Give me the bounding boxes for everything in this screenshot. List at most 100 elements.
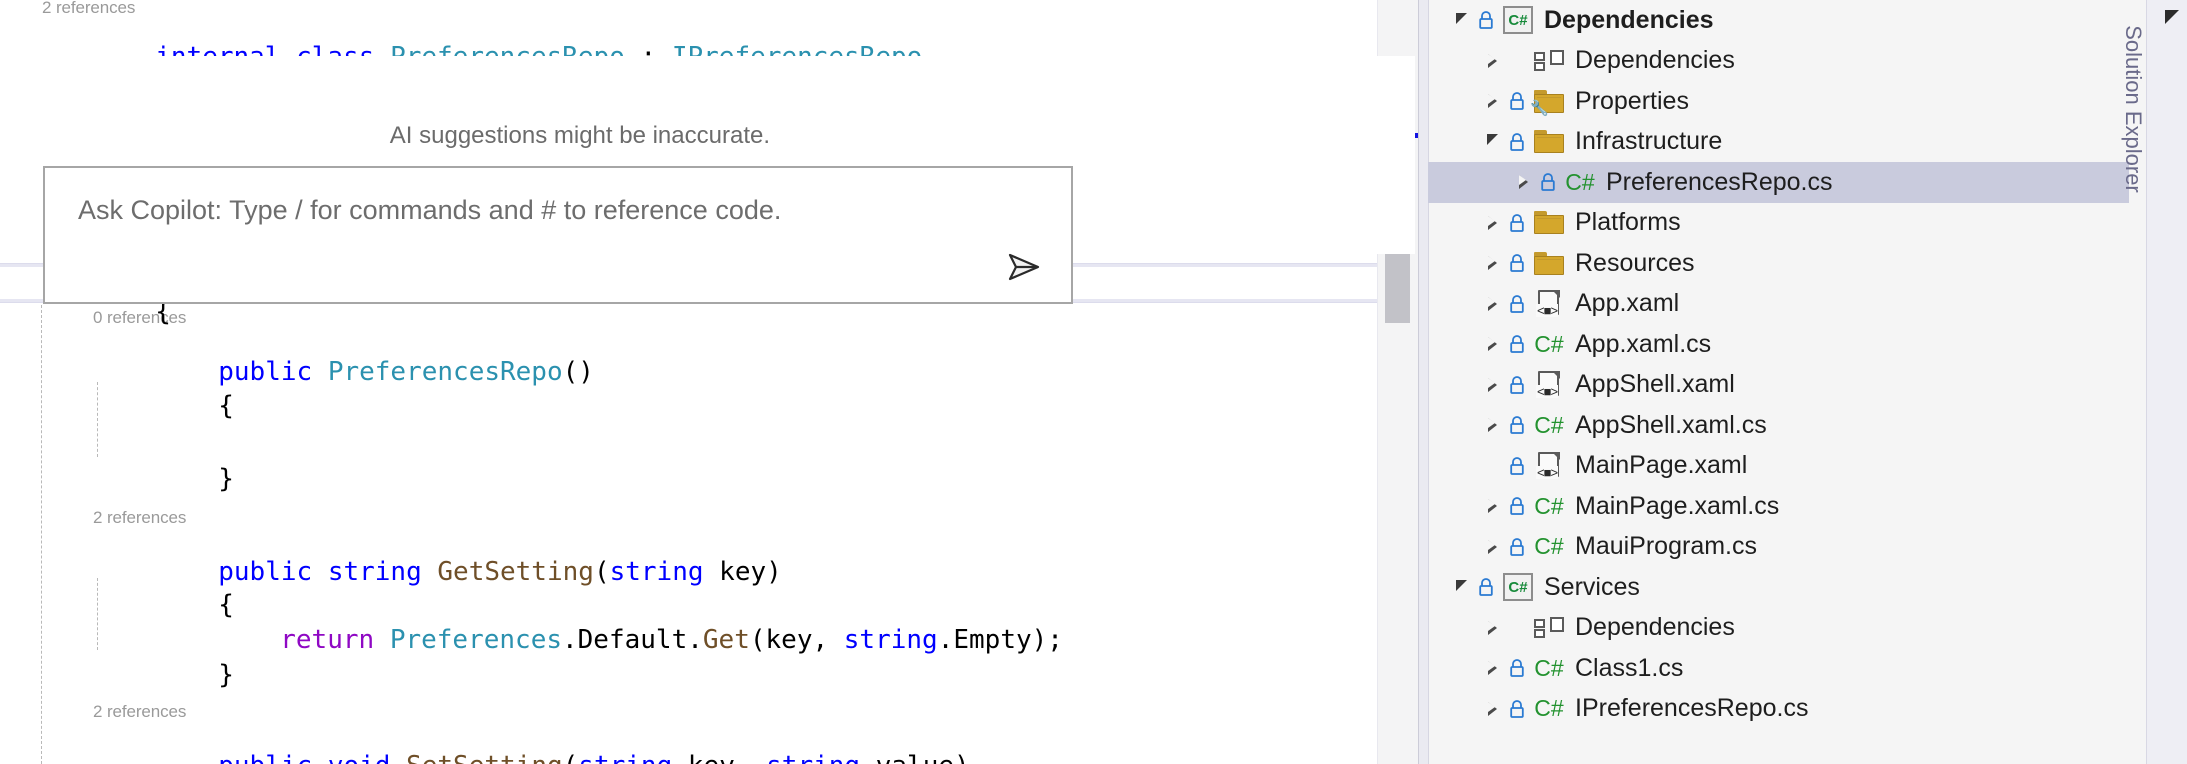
tree-item-services[interactable]: C# Services bbox=[1428, 567, 2129, 608]
keyword-string-param: string bbox=[609, 557, 704, 587]
tree-item-label: MainPage.xaml bbox=[1575, 451, 1748, 480]
keyword-public-set: public bbox=[218, 751, 312, 764]
tree-item-label: IPreferencesRepo.cs bbox=[1575, 694, 1809, 723]
ctor-name: PreferencesRepo bbox=[327, 357, 563, 387]
keyword-string-return: string bbox=[327, 557, 422, 587]
expander-collapse-icon[interactable] bbox=[1477, 134, 1507, 147]
tree-item-preferencesrepo-cs[interactable]: C# PreferencesRepo.cs bbox=[1428, 162, 2129, 203]
ctor-parens: () bbox=[562, 357, 594, 387]
tree-item-mauiprogram-cs[interactable]: C# MauiProgram.cs bbox=[1428, 527, 2129, 568]
keyword-string-empty: string bbox=[843, 625, 938, 655]
tree-item-app-xaml[interactable]: <■> App.xaml bbox=[1428, 284, 2129, 325]
tree-item-ipreferencesrepo-cs[interactable]: C# IPreferencesRepo.cs bbox=[1428, 689, 2129, 730]
expander-expand-icon[interactable] bbox=[1477, 499, 1507, 514]
expander-collapse-icon[interactable] bbox=[1446, 579, 1476, 593]
lock-icon bbox=[1507, 657, 1527, 679]
tool-window-dock-strip[interactable]: Solution Explorer bbox=[2121, 0, 2187, 764]
tree-item-mainpage-xaml-cs[interactable]: C# MainPage.xaml.cs bbox=[1428, 486, 2129, 527]
param-key-set: key, bbox=[688, 751, 766, 764]
copilot-prompt-placeholder[interactable]: Ask Copilot: Type / for commands and # t… bbox=[78, 195, 781, 226]
dependencies-icon bbox=[1534, 616, 1564, 639]
tree-item-label: Services bbox=[1544, 572, 1640, 601]
expander-expand-icon[interactable] bbox=[1477, 701, 1507, 716]
tree-item-label: MauiProgram.cs bbox=[1575, 532, 1757, 561]
solution-explorer-pane[interactable]: C# Dependencies Dependencies 🔧 Properties Inf… bbox=[1418, 0, 2187, 764]
tree-item-app-xaml-cs[interactable]: C# App.xaml.cs bbox=[1428, 324, 2129, 365]
visual-studio-window: 2 references internal class PreferencesR… bbox=[0, 0, 2187, 764]
lock-icon bbox=[1507, 455, 1527, 477]
tree-item-mainpage-xaml[interactable]: <■> MainPage.xaml bbox=[1428, 446, 2129, 487]
send-arrow-icon[interactable] bbox=[1003, 246, 1045, 288]
tree-item-resources[interactable]: Resources bbox=[1428, 243, 2129, 284]
tree-item-label: Class1.cs bbox=[1575, 653, 1684, 682]
expander-expand-icon[interactable] bbox=[1477, 296, 1507, 311]
lock-icon bbox=[1507, 414, 1527, 436]
keyword-string-p2: string bbox=[766, 751, 860, 764]
collapse-pane-icon[interactable] bbox=[2165, 10, 2179, 24]
tree-item-class1-cs[interactable]: C# Class1.cs bbox=[1428, 648, 2129, 689]
member-empty: .Empty); bbox=[937, 625, 1063, 655]
csharp-project-icon: C# bbox=[1503, 573, 1533, 602]
tree-item-label: App.xaml bbox=[1575, 289, 1680, 318]
tree-item-dependencies[interactable]: Dependencies bbox=[1428, 608, 2129, 649]
tree-item-platforms[interactable]: Platforms bbox=[1428, 203, 2129, 244]
expander-expand-icon[interactable] bbox=[1477, 94, 1507, 109]
code-line-setsetting-signature: public void SetSetting(string key, strin… bbox=[93, 721, 969, 764]
csharp-file-icon: C# bbox=[1534, 411, 1564, 438]
expander-expand-icon[interactable] bbox=[1477, 53, 1507, 68]
tree-item-dependencies[interactable]: C# Dependencies bbox=[1428, 0, 2129, 41]
tree-item-appshell-xaml-cs[interactable]: C# AppShell.xaml.cs bbox=[1428, 405, 2129, 446]
solution-tree[interactable]: C# Dependencies Dependencies 🔧 Properties Inf… bbox=[1428, 0, 2129, 729]
codelens-getsetting-references[interactable]: 2 references bbox=[93, 508, 186, 528]
codelens-setsetting-references[interactable]: 2 references bbox=[93, 702, 186, 722]
expander-expand-icon[interactable] bbox=[1477, 418, 1507, 433]
properties-folder-icon: 🔧 bbox=[1530, 89, 1564, 116]
expander-expand-icon[interactable] bbox=[1477, 661, 1507, 676]
tree-item-label: Properties bbox=[1575, 86, 1689, 115]
expander-expand-icon[interactable] bbox=[1477, 256, 1507, 271]
method-getsetting: GetSetting bbox=[437, 557, 594, 587]
tree-item-label: Platforms bbox=[1575, 208, 1681, 237]
expander-collapse-icon[interactable] bbox=[1446, 12, 1476, 26]
expander-expand-icon[interactable] bbox=[1477, 337, 1507, 352]
dock-tab-solution-explorer[interactable]: Solution Explorer bbox=[2120, 25, 2146, 193]
tree-item-label: Dependencies bbox=[1575, 46, 1735, 75]
tree-item-infrastructure[interactable]: Infrastructure bbox=[1428, 122, 2129, 163]
tree-item-label: Dependencies bbox=[1575, 613, 1735, 642]
tree-item-properties[interactable]: 🔧 Properties bbox=[1428, 81, 2129, 122]
lock-icon bbox=[1507, 90, 1527, 112]
paren-open-set: ( bbox=[563, 751, 579, 764]
tree-item-label: AppShell.xaml bbox=[1575, 370, 1735, 399]
expander-expand-icon[interactable] bbox=[1477, 539, 1507, 554]
lock-icon bbox=[1507, 698, 1527, 720]
xaml-file-icon: <■> bbox=[1535, 451, 1563, 480]
expander-expand-icon[interactable] bbox=[1477, 377, 1507, 392]
tree-item-label: Resources bbox=[1575, 248, 1695, 277]
code-editor-pane[interactable]: 2 references internal class PreferencesR… bbox=[0, 0, 1418, 764]
folder-icon bbox=[1534, 211, 1564, 235]
param-value: value bbox=[876, 751, 954, 764]
lock-icon bbox=[1507, 333, 1527, 355]
expander-expand-icon[interactable] bbox=[1477, 620, 1507, 635]
csharp-file-icon: C# bbox=[1534, 330, 1564, 357]
tree-item-dependencies[interactable]: Dependencies bbox=[1428, 41, 2129, 82]
lock-icon bbox=[1476, 9, 1496, 31]
tree-item-label: Infrastructure bbox=[1575, 127, 1723, 156]
csharp-file-icon: C# bbox=[1534, 695, 1564, 722]
copilot-prompt-box[interactable]: Ask Copilot: Type / for commands and # t… bbox=[43, 166, 1073, 304]
tree-item-appshell-xaml[interactable]: <■> AppShell.xaml bbox=[1428, 365, 2129, 406]
brace-close-get: } bbox=[218, 660, 234, 690]
code-surface[interactable]: 2 references internal class PreferencesR… bbox=[0, 0, 1418, 764]
expander-expand-icon[interactable] bbox=[1477, 215, 1507, 230]
expander-expand-icon[interactable] bbox=[1508, 175, 1538, 190]
lock-icon bbox=[1507, 374, 1527, 396]
tree-item-label: MainPage.xaml.cs bbox=[1575, 491, 1780, 520]
brace-close-ctor: } bbox=[218, 464, 234, 494]
copilot-inline-widget: AI suggestions might be inaccurate. Ask … bbox=[0, 56, 1415, 304]
